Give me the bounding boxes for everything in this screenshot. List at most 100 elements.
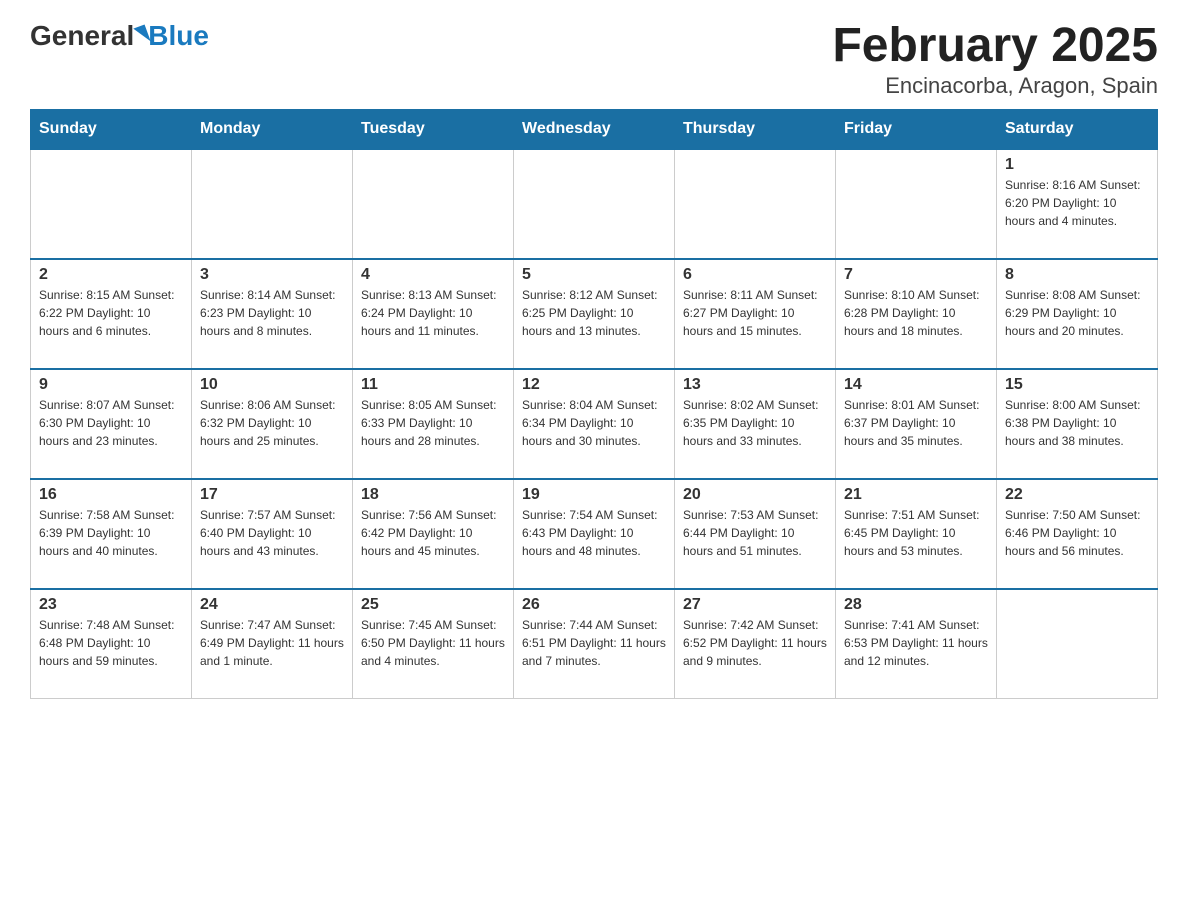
day-number: 24 [200, 596, 344, 614]
logo: General Blue [30, 20, 209, 52]
calendar-day-cell: 8 Sunrise: 8:08 AM Sunset: 6:29 PM Daylig… [997, 259, 1158, 369]
day-info: Sunrise: 8:06 AM Sunset: 6:32 PM Dayligh… [200, 396, 344, 450]
day-info: Sunrise: 7:48 AM Sunset: 6:48 PM Dayligh… [39, 616, 183, 670]
day-info: Sunrise: 8:00 AM Sunset: 6:38 PM Dayligh… [1005, 396, 1149, 450]
day-number: 22 [1005, 486, 1149, 504]
calendar-day-cell: 13 Sunrise: 8:02 AM Sunset: 6:35 PM Dayli… [675, 369, 836, 479]
day-number: 5 [522, 266, 666, 284]
day-number: 6 [683, 266, 827, 284]
day-info: Sunrise: 8:04 AM Sunset: 6:34 PM Dayligh… [522, 396, 666, 450]
day-info: Sunrise: 7:57 AM Sunset: 6:40 PM Dayligh… [200, 506, 344, 560]
day-number: 11 [361, 376, 505, 394]
day-info: Sunrise: 8:05 AM Sunset: 6:33 PM Dayligh… [361, 396, 505, 450]
day-of-week-header: Wednesday [514, 109, 675, 149]
day-info: Sunrise: 7:54 AM Sunset: 6:43 PM Dayligh… [522, 506, 666, 560]
calendar-day-cell: 6 Sunrise: 8:11 AM Sunset: 6:27 PM Daylig… [675, 259, 836, 369]
day-number: 4 [361, 266, 505, 284]
calendar-day-cell: 27Sunrise: 7:42 AM Sunset: 6:52 PM Dayli… [675, 589, 836, 699]
calendar-day-cell: 23Sunrise: 7:48 AM Sunset: 6:48 PM Dayli… [31, 589, 192, 699]
day-number: 3 [200, 266, 344, 284]
calendar-day-cell: 12 Sunrise: 8:04 AM Sunset: 6:34 PM Dayli… [514, 369, 675, 479]
calendar-day-cell [192, 149, 353, 259]
day-info: Sunrise: 8:11 AM Sunset: 6:27 PM Dayligh… [683, 286, 827, 340]
calendar-subtitle: Encinacorba, Aragon, Spain [832, 73, 1158, 99]
calendar-day-cell: 4Sunrise: 8:13 AM Sunset: 6:24 PM Daylig… [353, 259, 514, 369]
day-number: 21 [844, 486, 988, 504]
calendar-day-cell: 15 Sunrise: 8:00 AM Sunset: 6:38 PM Dayli… [997, 369, 1158, 479]
calendar-day-cell: 11 Sunrise: 8:05 AM Sunset: 6:33 PM Dayli… [353, 369, 514, 479]
calendar-day-cell: 17 Sunrise: 7:57 AM Sunset: 6:40 PM Dayli… [192, 479, 353, 589]
calendar-day-cell: 26Sunrise: 7:44 AM Sunset: 6:51 PM Dayli… [514, 589, 675, 699]
calendar-day-cell: 5 Sunrise: 8:12 AM Sunset: 6:25 PM Daylig… [514, 259, 675, 369]
calendar-day-cell: 9 Sunrise: 8:07 AM Sunset: 6:30 PM Daylig… [31, 369, 192, 479]
calendar-day-cell [997, 589, 1158, 699]
day-of-week-header: Thursday [675, 109, 836, 149]
day-of-week-header: Tuesday [353, 109, 514, 149]
calendar-day-cell [353, 149, 514, 259]
day-info: Sunrise: 8:15 AM Sunset: 6:22 PM Dayligh… [39, 286, 183, 340]
page-header: General Blue February 2025 Encinacorba, … [30, 20, 1158, 99]
day-info: Sunrise: 7:47 AM Sunset: 6:49 PM Dayligh… [200, 616, 344, 670]
day-info: Sunrise: 7:53 AM Sunset: 6:44 PM Dayligh… [683, 506, 827, 560]
day-number: 2 [39, 266, 183, 284]
day-of-week-header: Friday [836, 109, 997, 149]
day-info: Sunrise: 7:58 AM Sunset: 6:39 PM Dayligh… [39, 506, 183, 560]
day-number: 8 [1005, 266, 1149, 284]
day-number: 9 [39, 376, 183, 394]
day-info: Sunrise: 7:51 AM Sunset: 6:45 PM Dayligh… [844, 506, 988, 560]
day-number: 20 [683, 486, 827, 504]
logo-general-text: General [30, 20, 134, 52]
logo-blue-text: Blue [148, 20, 209, 52]
calendar-day-cell: 25 Sunrise: 7:45 AM Sunset: 6:50 PM Dayli… [353, 589, 514, 699]
day-number: 1 [1005, 156, 1149, 174]
calendar-day-cell: 10 Sunrise: 8:06 AM Sunset: 6:32 PM Dayli… [192, 369, 353, 479]
calendar-day-cell [836, 149, 997, 259]
day-info: Sunrise: 8:08 AM Sunset: 6:29 PM Dayligh… [1005, 286, 1149, 340]
day-number: 10 [200, 376, 344, 394]
calendar-week-row: 1 Sunrise: 8:16 AM Sunset: 6:20 PM Daylig… [31, 149, 1158, 259]
day-of-week-header: Sunday [31, 109, 192, 149]
day-of-week-row: SundayMondayTuesdayWednesdayThursdayFrid… [31, 109, 1158, 149]
day-of-week-header: Monday [192, 109, 353, 149]
calendar-day-cell: 21 Sunrise: 7:51 AM Sunset: 6:45 PM Dayli… [836, 479, 997, 589]
day-info: Sunrise: 7:56 AM Sunset: 6:42 PM Dayligh… [361, 506, 505, 560]
day-number: 19 [522, 486, 666, 504]
calendar-day-cell [31, 149, 192, 259]
calendar-day-cell: 18 Sunrise: 7:56 AM Sunset: 6:42 PM Dayli… [353, 479, 514, 589]
calendar-week-row: 23Sunrise: 7:48 AM Sunset: 6:48 PM Dayli… [31, 589, 1158, 699]
day-info: Sunrise: 8:14 AM Sunset: 6:23 PM Dayligh… [200, 286, 344, 340]
day-number: 15 [1005, 376, 1149, 394]
day-number: 16 [39, 486, 183, 504]
day-info: Sunrise: 8:10 AM Sunset: 6:28 PM Dayligh… [844, 286, 988, 340]
day-number: 7 [844, 266, 988, 284]
day-info: Sunrise: 8:12 AM Sunset: 6:25 PM Dayligh… [522, 286, 666, 340]
day-info: Sunrise: 8:16 AM Sunset: 6:20 PM Dayligh… [1005, 176, 1149, 230]
calendar-week-row: 16 Sunrise: 7:58 AM Sunset: 6:39 PM Dayli… [31, 479, 1158, 589]
day-info: Sunrise: 7:50 AM Sunset: 6:46 PM Dayligh… [1005, 506, 1149, 560]
day-info: Sunrise: 8:01 AM Sunset: 6:37 PM Dayligh… [844, 396, 988, 450]
calendar-day-cell: 19 Sunrise: 7:54 AM Sunset: 6:43 PM Dayli… [514, 479, 675, 589]
calendar-day-cell: 7 Sunrise: 8:10 AM Sunset: 6:28 PM Daylig… [836, 259, 997, 369]
title-area: February 2025 Encinacorba, Aragon, Spain [832, 20, 1158, 99]
calendar-day-cell: 1 Sunrise: 8:16 AM Sunset: 6:20 PM Daylig… [997, 149, 1158, 259]
calendar-day-cell: 22 Sunrise: 7:50 AM Sunset: 6:46 PM Dayli… [997, 479, 1158, 589]
calendar-body: 1 Sunrise: 8:16 AM Sunset: 6:20 PM Daylig… [31, 149, 1158, 699]
day-info: Sunrise: 8:07 AM Sunset: 6:30 PM Dayligh… [39, 396, 183, 450]
day-number: 14 [844, 376, 988, 394]
calendar-day-cell: 28Sunrise: 7:41 AM Sunset: 6:53 PM Dayli… [836, 589, 997, 699]
day-info: Sunrise: 7:45 AM Sunset: 6:50 PM Dayligh… [361, 616, 505, 670]
calendar-day-cell: 3 Sunrise: 8:14 AM Sunset: 6:23 PM Daylig… [192, 259, 353, 369]
day-number: 27 [683, 596, 827, 614]
day-info: Sunrise: 7:44 AM Sunset: 6:51 PM Dayligh… [522, 616, 666, 670]
day-number: 18 [361, 486, 505, 504]
day-number: 12 [522, 376, 666, 394]
day-number: 13 [683, 376, 827, 394]
day-info: Sunrise: 8:02 AM Sunset: 6:35 PM Dayligh… [683, 396, 827, 450]
calendar-day-cell: 14 Sunrise: 8:01 AM Sunset: 6:37 PM Dayli… [836, 369, 997, 479]
day-number: 25 [361, 596, 505, 614]
calendar-table: SundayMondayTuesdayWednesdayThursdayFrid… [30, 109, 1158, 700]
day-info: Sunrise: 7:41 AM Sunset: 6:53 PM Dayligh… [844, 616, 988, 670]
calendar-week-row: 9 Sunrise: 8:07 AM Sunset: 6:30 PM Daylig… [31, 369, 1158, 479]
calendar-day-cell: 24 Sunrise: 7:47 AM Sunset: 6:49 PM Dayli… [192, 589, 353, 699]
day-number: 17 [200, 486, 344, 504]
